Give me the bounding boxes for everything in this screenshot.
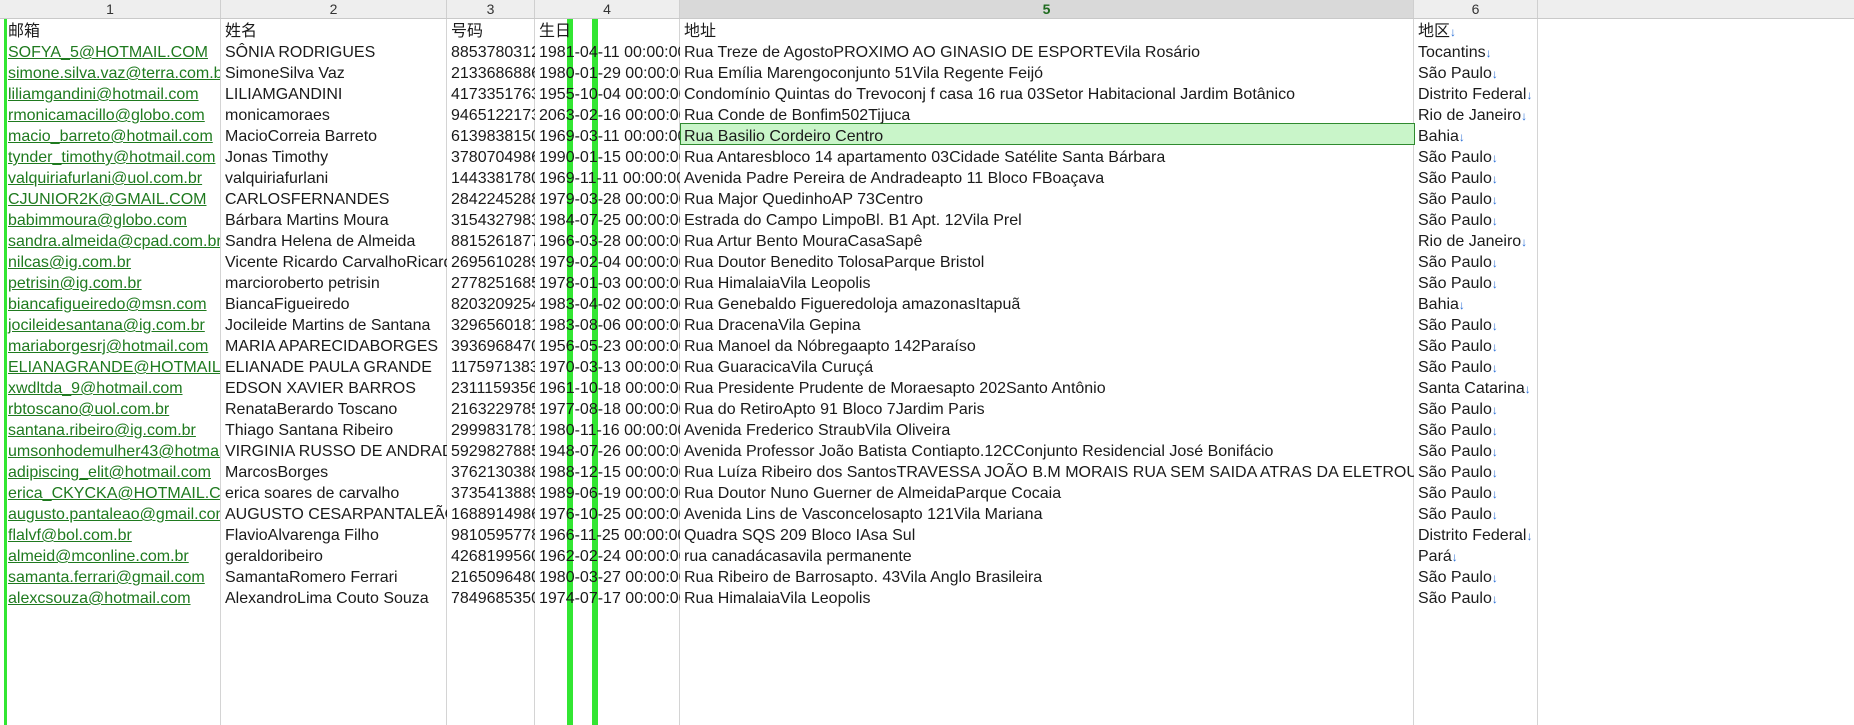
dropdown-arrow-icon[interactable]: ↓ — [1492, 508, 1498, 522]
column-header-2[interactable]: 2 — [221, 0, 447, 18]
dropdown-arrow-icon[interactable]: ↓ — [1492, 445, 1498, 459]
region-label: São Paulo — [1418, 569, 1492, 586]
dropdown-arrow-icon[interactable]: ↓ — [1521, 109, 1527, 123]
region-label: São Paulo — [1418, 590, 1492, 607]
dropdown-arrow-icon[interactable]: ↓ — [1492, 424, 1498, 438]
region-label: São Paulo — [1418, 485, 1492, 502]
region-label: São Paulo — [1418, 401, 1492, 418]
name-cell[interactable]: AlexandroLima Couto Souza — [221, 586, 447, 611]
dropdown-arrow-icon[interactable]: ↓ — [1492, 193, 1498, 207]
region-label: Distrito Federal — [1418, 527, 1527, 544]
region-cell[interactable]: São Paulo↓ — [1414, 586, 1538, 611]
region-header-label: 地区 — [1418, 23, 1451, 40]
column-header-3[interactable]: 3 — [447, 0, 535, 18]
dropdown-arrow-icon[interactable]: ↓ — [1492, 403, 1498, 417]
column-header-5[interactable]: 5 — [680, 0, 1414, 18]
column-header-6[interactable]: 6 — [1414, 0, 1538, 18]
dropdown-arrow-icon[interactable]: ↓ — [1526, 529, 1532, 543]
dropdown-arrow-icon[interactable]: ↓ — [1492, 151, 1498, 165]
column-header-4[interactable]: 4 — [535, 0, 680, 18]
dropdown-arrow-icon[interactable]: ↓ — [1452, 550, 1458, 564]
dropdown-arrow-icon[interactable]: ↓ — [1492, 361, 1498, 375]
dropdown-arrow-icon[interactable]: ↓ — [1492, 592, 1498, 606]
dropdown-arrow-icon[interactable]: ↓ — [1492, 571, 1498, 585]
dropdown-arrow-icon[interactable]: ↓ — [1492, 67, 1498, 81]
region-label: São Paulo — [1418, 65, 1492, 82]
region-label: Distrito Federal — [1418, 86, 1527, 103]
filter-arrow-icon[interactable]: ↓ — [1450, 25, 1456, 39]
region-label: Santa Catarina — [1418, 380, 1525, 397]
dropdown-arrow-icon[interactable]: ↓ — [1525, 382, 1531, 396]
region-label: São Paulo — [1418, 191, 1492, 208]
dropdown-arrow-icon[interactable]: ↓ — [1486, 46, 1492, 60]
dropdown-arrow-icon[interactable]: ↓ — [1492, 256, 1498, 270]
region-label: São Paulo — [1418, 317, 1492, 334]
dropdown-arrow-icon[interactable]: ↓ — [1492, 277, 1498, 291]
region-label: São Paulo — [1418, 464, 1492, 481]
spreadsheet[interactable]: 1 2 3 4 5 6 邮箱 姓名 号码 生日 地址 地区↓ SOFYA_5@H… — [0, 0, 1854, 725]
region-label: São Paulo — [1418, 254, 1492, 271]
dropdown-arrow-icon[interactable]: ↓ — [1492, 340, 1498, 354]
region-label: São Paulo — [1418, 149, 1492, 166]
region-label: Rio de Janeiro — [1418, 233, 1522, 250]
region-label: Bahia — [1418, 128, 1459, 145]
dropdown-arrow-icon[interactable]: ↓ — [1459, 130, 1465, 144]
dropdown-arrow-icon[interactable]: ↓ — [1492, 466, 1498, 480]
dropdown-arrow-icon[interactable]: ↓ — [1526, 88, 1532, 102]
region-label: São Paulo — [1418, 212, 1492, 229]
table-row: alexcsouza@hotmail.com AlexandroLima Cout… — [0, 586, 1854, 611]
region-label: São Paulo — [1418, 422, 1492, 439]
region-label: Rio de Janeiro — [1418, 107, 1522, 124]
dropdown-arrow-icon[interactable]: ↓ — [1521, 235, 1527, 249]
column-header-1[interactable]: 1 — [0, 0, 221, 18]
column-header-bar: 1 2 3 4 5 6 — [0, 0, 1854, 19]
dropdown-arrow-icon[interactable]: ↓ — [1459, 298, 1465, 312]
region-label: São Paulo — [1418, 443, 1492, 460]
region-label: Tocantins — [1418, 44, 1486, 61]
birthday-cell[interactable]: 1974-07-17 00:00:00 — [535, 586, 680, 611]
region-label: São Paulo — [1418, 170, 1492, 187]
phone-cell[interactable]: 78496853500 — [447, 586, 535, 611]
region-label: Pará — [1418, 548, 1452, 565]
region-label: São Paulo — [1418, 359, 1492, 376]
dropdown-arrow-icon[interactable]: ↓ — [1492, 487, 1498, 501]
address-cell[interactable]: Rua HimalaiaVila Leopolis — [680, 586, 1414, 611]
dropdown-arrow-icon[interactable]: ↓ — [1492, 172, 1498, 186]
email-cell[interactable]: alexcsouza@hotmail.com — [4, 586, 220, 611]
region-label: São Paulo — [1418, 506, 1492, 523]
dropdown-arrow-icon[interactable]: ↓ — [1492, 214, 1498, 228]
region-label: Bahia — [1418, 296, 1459, 313]
region-label: São Paulo — [1418, 275, 1492, 292]
dropdown-arrow-icon[interactable]: ↓ — [1492, 319, 1498, 333]
region-label: São Paulo — [1418, 338, 1492, 355]
